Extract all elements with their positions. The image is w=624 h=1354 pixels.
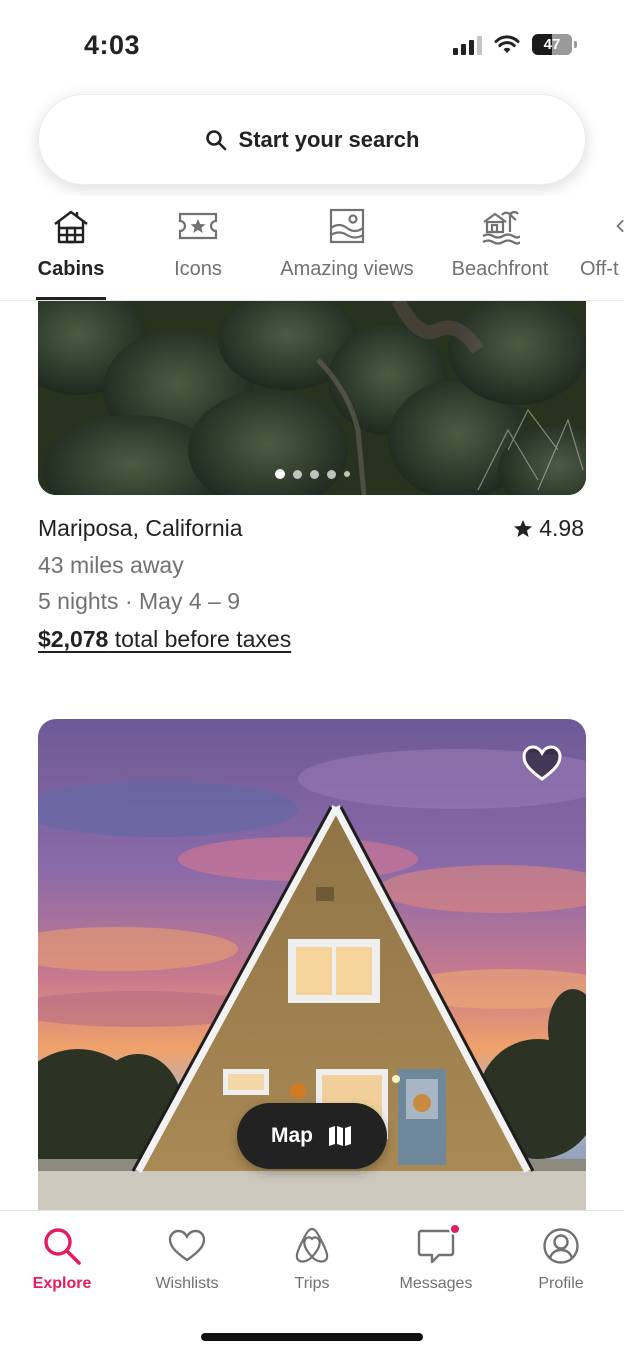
ticket-star-icon	[176, 204, 220, 248]
listing-distance: 43 miles away	[38, 552, 184, 578]
forest-photo	[38, 300, 586, 495]
nav-label: Wishlists	[155, 1275, 219, 1292]
category-tabs: Cabins Icons Amazing views Beachfront Of…	[0, 196, 624, 300]
status-time: 4:03	[84, 30, 141, 60]
carousel-dot	[274, 469, 285, 479]
nav-label: Messages	[399, 1275, 473, 1292]
listing-photo[interactable]	[38, 300, 586, 495]
user-circle-icon	[540, 1225, 582, 1267]
heart-icon	[166, 1225, 208, 1267]
carousel-dot	[343, 471, 350, 477]
nav-messages[interactable]: Messages	[381, 1223, 491, 1293]
listing-title[interactable]: Mariposa, California	[38, 515, 243, 542]
tab-off-the-grid[interactable]: Off-t	[580, 204, 624, 300]
nav-trips[interactable]: Trips	[257, 1225, 367, 1293]
cellular-signal-icon	[453, 35, 482, 55]
tab-label: Amazing views	[280, 258, 414, 280]
nav-wishlists[interactable]: Wishlists	[132, 1225, 242, 1293]
photo-carousel-dots	[38, 469, 586, 479]
chat-bubble-icon	[415, 1223, 461, 1267]
search-icon	[205, 129, 226, 150]
nav-label: Trips	[294, 1275, 330, 1292]
tab-icons[interactable]: Icons	[160, 204, 236, 300]
listing-rating: 4.98	[513, 515, 584, 542]
wifi-icon	[494, 34, 520, 53]
status-icons: 47	[453, 34, 577, 55]
nav-profile[interactable]: Profile	[506, 1225, 616, 1293]
map-icon	[329, 1126, 351, 1146]
nav-label: Explore	[32, 1275, 92, 1292]
map-button-label: Map	[271, 1124, 313, 1147]
status-bar: 4:03 47	[0, 0, 624, 92]
price-suffix: total before taxes	[108, 626, 292, 652]
listing-price[interactable]: $2,078 total before taxes	[38, 626, 291, 653]
tab-label: Icons	[174, 258, 222, 280]
framed-landscape-icon	[325, 204, 369, 248]
price-amount: $2,078	[38, 626, 109, 652]
notification-badge	[449, 1223, 461, 1235]
carousel-dot	[326, 469, 336, 479]
nav-explore[interactable]: Explore	[7, 1225, 117, 1293]
tab-label: Off-t	[580, 258, 619, 280]
battery-level: 47	[543, 36, 561, 53]
wishlist-heart-button[interactable]	[522, 745, 562, 783]
heart-outline-icon	[522, 745, 562, 781]
tab-beachfront[interactable]: Beachfront	[444, 204, 556, 300]
home-indicator	[201, 1333, 423, 1341]
tab-cabins[interactable]: Cabins	[36, 204, 106, 300]
partial-icon	[580, 204, 624, 248]
tab-label: Cabins	[37, 258, 105, 280]
search-bar[interactable]: Start your search	[38, 94, 586, 185]
search-icon	[41, 1225, 83, 1267]
tab-amazing-views[interactable]: Amazing views	[274, 204, 420, 300]
cabin-icon	[49, 204, 93, 248]
airbnb-logo-icon	[291, 1225, 333, 1267]
battery-icon: 47	[532, 34, 577, 55]
rating-value: 4.98	[539, 515, 584, 541]
tab-label: Beachfront	[451, 258, 549, 280]
carousel-dot	[309, 469, 319, 479]
carousel-dot	[292, 469, 302, 479]
nav-label: Profile	[538, 1275, 584, 1292]
star-icon	[514, 519, 533, 537]
beach-house-icon	[478, 204, 522, 248]
map-button[interactable]: Map	[237, 1103, 387, 1169]
listing-dates: 5 nights · May 4 – 9	[38, 588, 240, 614]
search-label: Start your search	[238, 126, 420, 152]
